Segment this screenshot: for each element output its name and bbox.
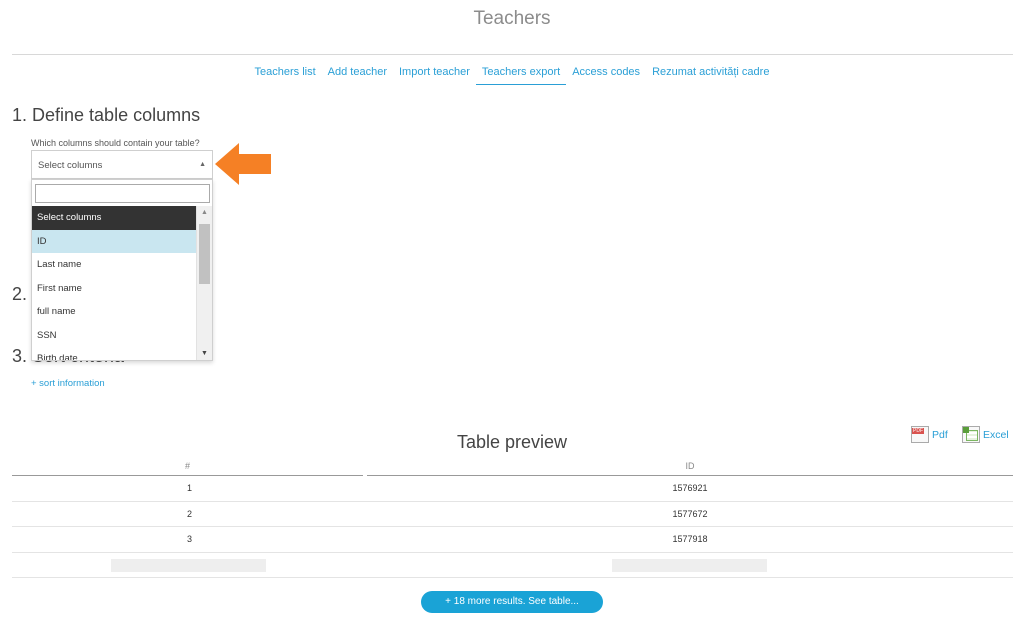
- export-pdf-label: Pdf: [932, 428, 948, 441]
- row-number-cell: 3: [186, 534, 192, 544]
- scroll-up-arrow-icon[interactable]: ▲: [201, 209, 208, 216]
- columns-question-label: Which columns should contain your table?: [31, 138, 200, 148]
- caret-up-icon: ▲: [199, 161, 206, 168]
- placeholder-bar: [111, 558, 266, 572]
- column-header-number[interactable]: #: [12, 459, 363, 476]
- excel-file-icon: [962, 426, 980, 443]
- columns-select-value: Select columns: [38, 160, 103, 171]
- nav-access-codes[interactable]: Access codes: [566, 66, 646, 85]
- page-title: Teachers: [473, 8, 551, 29]
- option-last-name[interactable]: Last name: [32, 253, 196, 277]
- option-id[interactable]: ID: [32, 229, 196, 253]
- scroll-down-arrow-icon[interactable]: ▼: [201, 350, 208, 357]
- table-header: # ID: [12, 459, 1013, 476]
- option-ssn[interactable]: SSN: [32, 324, 196, 348]
- teachers-nav: Teachers list Add teacher Import teacher…: [0, 66, 1024, 85]
- section-2-heading: 2.: [12, 284, 28, 304]
- nav-import-teacher[interactable]: Import teacher: [393, 66, 476, 85]
- row-id-cell: 1576921: [672, 483, 708, 493]
- define-columns-heading: 1. Define table columns: [12, 105, 201, 125]
- nav-teachers-list[interactable]: Teachers list: [249, 66, 322, 85]
- add-sort-information-link[interactable]: + sort information: [31, 378, 105, 389]
- dropdown-scrollbar[interactable]: ▲ ▼: [196, 206, 212, 360]
- nav-activity-summary[interactable]: Rezumat activități cadre: [646, 66, 775, 85]
- nav-add-teacher[interactable]: Add teacher: [322, 66, 393, 85]
- scrollbar-thumb[interactable]: [199, 224, 210, 284]
- table-preview-title: Table preview: [456, 432, 568, 452]
- nav-teachers-export[interactable]: Teachers export: [475, 66, 567, 85]
- placeholder-row: [12, 553, 1013, 578]
- orange-arrow-icon: [215, 143, 271, 185]
- column-header-id[interactable]: ID: [367, 459, 1013, 476]
- preview-table: # ID 1 1576921 2 1577672 3 1577918: [12, 459, 1013, 578]
- table-row: 1 1576921: [12, 476, 1013, 502]
- header-divider: [12, 54, 1013, 55]
- row-id-cell: 1577918: [672, 534, 708, 544]
- pdf-file-icon: [911, 426, 929, 443]
- table-row: 3 1577918: [12, 527, 1013, 553]
- table-row: 2 1577672: [12, 502, 1013, 527]
- columns-option-list: Select columns ID Last name First name f…: [32, 206, 196, 360]
- columns-dropdown: Select columns ID Last name First name f…: [31, 179, 213, 361]
- columns-search-input[interactable]: [35, 184, 210, 203]
- columns-select[interactable]: Select columns ▲: [31, 150, 213, 179]
- option-full-name[interactable]: full name: [32, 300, 196, 324]
- placeholder-bar: [612, 558, 767, 572]
- option-birth-date[interactable]: Birth date: [32, 347, 196, 360]
- export-excel-button[interactable]: Excel: [962, 426, 1009, 443]
- option-select-columns[interactable]: Select columns: [32, 206, 196, 230]
- row-id-cell: 1577672: [672, 508, 708, 519]
- export-pdf-button[interactable]: Pdf: [911, 426, 948, 443]
- see-more-results-button[interactable]: + 18 more results. See table...: [421, 591, 603, 613]
- option-first-name[interactable]: First name: [32, 277, 196, 301]
- row-number-cell: 2: [186, 508, 192, 519]
- export-excel-label: Excel: [983, 428, 1009, 441]
- row-number-cell: 1: [186, 483, 192, 493]
